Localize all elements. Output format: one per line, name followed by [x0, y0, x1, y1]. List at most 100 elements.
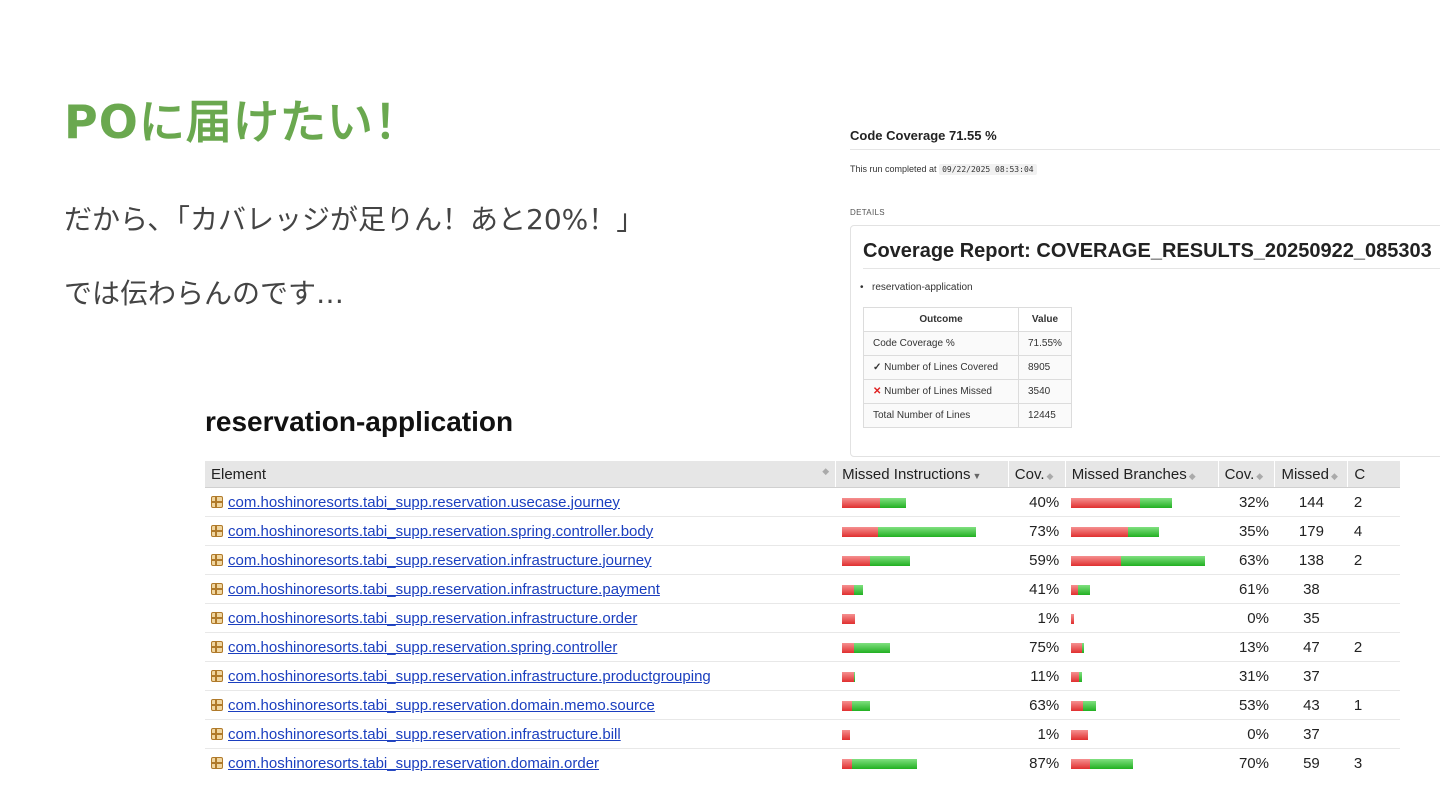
missed-instructions-cell [835, 603, 1009, 633]
missed-segment [1071, 613, 1075, 624]
covered-segment [853, 671, 855, 682]
element-cell: com.hoshinoresorts.tabi_supp.reservation… [205, 487, 836, 517]
package-link[interactable]: com.hoshinoresorts.tabi_supp.reservation… [228, 755, 599, 772]
missed-branches-bar [1071, 555, 1206, 566]
missed-instructions-cell [835, 516, 1009, 546]
package-icon [211, 553, 223, 566]
element-cell: com.hoshinoresorts.tabi_supp.reservation… [205, 632, 836, 662]
branch-cov-cell: 0% [1218, 719, 1275, 749]
report-table: Element ◆ Missed Instructions ▼ Cov. ◆ Miss… [205, 461, 1400, 776]
missed-cell: 59 [1274, 748, 1348, 776]
package-link[interactable]: com.hoshinoresorts.tabi_supp.reservation… [228, 639, 617, 656]
covered-segment [851, 700, 870, 711]
missed-segment [1071, 584, 1079, 595]
branch-cov-cell: 13% [1218, 632, 1275, 662]
element-cell: com.hoshinoresorts.tabi_supp.reservation… [205, 545, 836, 575]
missed-cell: 37 [1274, 661, 1348, 691]
missed-segment [841, 700, 852, 711]
covered-segment [1121, 555, 1206, 566]
outcome-value: 12445 [1018, 403, 1072, 428]
missed-segment [1071, 671, 1080, 682]
sort-icon: ◆ [1188, 470, 1196, 481]
missed-header[interactable]: Missed ◆ [1274, 461, 1348, 488]
complexity-cell [1347, 574, 1400, 604]
complexity-cell: 4 [1347, 516, 1400, 546]
package-link[interactable]: com.hoshinoresorts.tabi_supp.reservation… [228, 581, 660, 598]
package-icon [211, 495, 223, 508]
missed-branches-bar [1071, 526, 1160, 537]
instr-cov-cell: 73% [1008, 516, 1066, 546]
instr-cov-cell: 1% [1008, 719, 1066, 749]
package-icon [211, 524, 223, 537]
package-link[interactable]: com.hoshinoresorts.tabi_supp.reservation… [228, 697, 655, 714]
outcome-value: 3540 [1018, 379, 1072, 404]
report-table-container: Element ◆ Missed Instructions ▼ Cov. ◆ Miss… [205, 461, 1400, 776]
missed-branches-cell [1065, 719, 1219, 749]
outcome-label: ✕ Number of Lines Missed [863, 379, 1019, 404]
missed-segment [841, 671, 854, 682]
covered-segment [853, 642, 890, 653]
complexity-cell: 3 [1347, 748, 1400, 776]
divider [863, 268, 1440, 269]
covered-segment [851, 758, 917, 769]
complexity-cell [1347, 661, 1400, 691]
coverage-report-title: Coverage Report: COVERAGE_RESULTS_202509… [863, 240, 1432, 262]
missed-cell: 138 [1274, 545, 1348, 575]
element-cell: com.hoshinoresorts.tabi_supp.reservation… [205, 748, 836, 776]
covered-segment [1090, 758, 1134, 769]
missed-branches-header[interactable]: Missed Branches ◆ [1064, 461, 1219, 488]
package-link[interactable]: com.hoshinoresorts.tabi_supp.reservation… [228, 523, 653, 540]
missed-branches-bar [1071, 758, 1134, 769]
value-header: Value [1018, 307, 1072, 332]
missed-branches-cell [1065, 545, 1219, 575]
instr-cov-cell: 11% [1008, 661, 1066, 691]
missed-instructions-bar [841, 671, 855, 682]
package-link[interactable]: com.hoshinoresorts.tabi_supp.reservation… [228, 552, 652, 569]
package-icon [211, 698, 223, 711]
element-cell: com.hoshinoresorts.tabi_supp.reservation… [205, 719, 836, 749]
check-icon: ✓ [873, 362, 882, 373]
missed-instructions-header[interactable]: Missed Instructions ▼ [835, 461, 1009, 488]
slide-text-line-1: だから､「カバレッジが足りん！あと20%！」 [64, 203, 645, 236]
table-row: com.hoshinoresorts.tabi_supp.reservation… [205, 545, 1400, 575]
element-header[interactable]: Element ◆ [205, 461, 836, 488]
missed-segment [1071, 642, 1083, 653]
package-link[interactable]: com.hoshinoresorts.tabi_supp.reservation… [228, 668, 711, 685]
table-row: com.hoshinoresorts.tabi_supp.reservation… [205, 487, 1400, 517]
missed-branches-bar [1071, 642, 1085, 653]
covered-segment [869, 555, 910, 566]
slide-text-line-2: では伝わらんのです… [64, 277, 345, 310]
missed-branches-cell [1065, 603, 1219, 633]
instr-cov-header[interactable]: Cov. ◆ [1007, 461, 1066, 488]
divider [850, 149, 1440, 150]
package-icon [211, 611, 223, 624]
covered-segment [1078, 584, 1091, 595]
missed-branches-bar [1071, 700, 1097, 711]
missed-segment [1071, 729, 1089, 740]
package-link[interactable]: com.hoshinoresorts.tabi_supp.reservation… [228, 610, 637, 627]
outcome-label: Code Coverage % [863, 331, 1019, 356]
complexity-cell [1347, 603, 1400, 633]
instr-cov-cell: 59% [1008, 545, 1066, 575]
sort-icon: ◆ [1330, 470, 1338, 481]
element-cell: com.hoshinoresorts.tabi_supp.reservation… [205, 603, 836, 633]
missed-instructions-bar [841, 700, 870, 711]
covered-segment [1079, 671, 1083, 682]
outcome-table: Outcome Value Code Coverage % 71.55% ✓ N… [863, 307, 1072, 428]
package-link[interactable]: com.hoshinoresorts.tabi_supp.reservation… [228, 494, 620, 511]
element-cell: com.hoshinoresorts.tabi_supp.reservation… [205, 661, 836, 691]
element-cell: com.hoshinoresorts.tabi_supp.reservation… [205, 690, 836, 720]
missed-branches-bar [1071, 613, 1075, 624]
outcome-label: Total Number of Lines [863, 403, 1019, 428]
branch-cov-cell: 70% [1218, 748, 1275, 776]
instr-cov-cell: 75% [1008, 632, 1066, 662]
missed-segment [841, 584, 854, 595]
missed-segment [841, 758, 852, 769]
missed-cell: 144 [1274, 487, 1348, 517]
package-link[interactable]: com.hoshinoresorts.tabi_supp.reservation… [228, 726, 621, 743]
missed-branches-bar [1071, 497, 1173, 508]
missed-branches-bar [1071, 584, 1091, 595]
missed-segment [841, 729, 850, 740]
complexity-header[interactable]: C [1347, 461, 1400, 488]
branch-cov-header[interactable]: Cov. ◆ [1217, 461, 1275, 488]
